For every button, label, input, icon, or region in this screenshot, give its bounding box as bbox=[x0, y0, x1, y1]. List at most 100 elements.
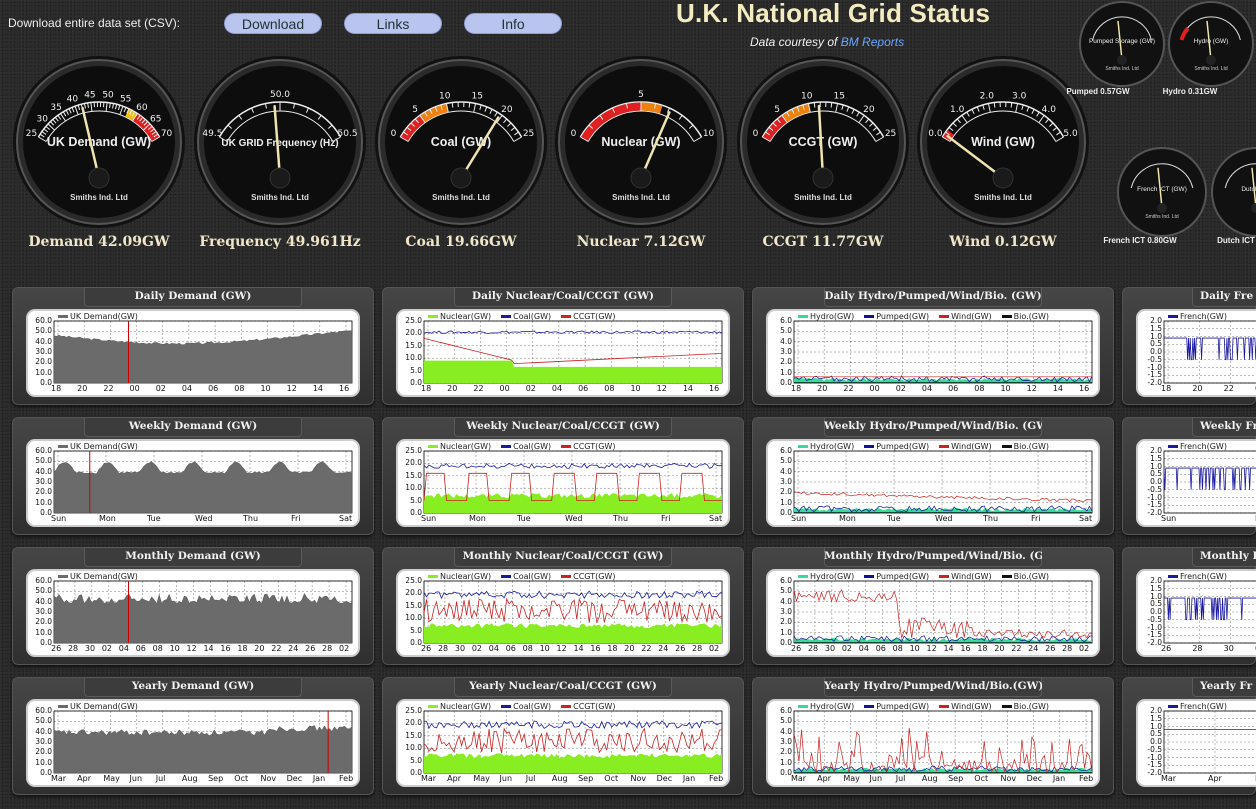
legend-swatch bbox=[58, 445, 68, 448]
legend-label: Hydro(GW) bbox=[810, 312, 855, 321]
gauge-tick-label: 5.0 bbox=[1063, 129, 1078, 139]
panel-hpwb-2: Monthly Hydro/Pumped/Wind/Bio. (GW) Hydro… bbox=[752, 547, 1114, 665]
legend-entry: Pumped(GW) bbox=[864, 312, 929, 321]
x-tick-label: Mar bbox=[51, 774, 67, 783]
x-tick-label: Jun bbox=[129, 774, 143, 783]
chart-legend: Hydro(GW) Pumped(GW) Wind(GW) Bio.(GW) bbox=[798, 572, 1059, 581]
series-coal bbox=[423, 720, 723, 730]
legend-label: French(GW) bbox=[1180, 572, 1227, 581]
small-gauge-2: French ICT (GW) Smiths Ind. Ltd bbox=[1116, 146, 1208, 238]
x-tick-label: Sun bbox=[51, 514, 67, 523]
legend-entry: French(GW) bbox=[1168, 702, 1227, 711]
y-tick-label: 10.0 bbox=[405, 743, 422, 753]
chart-legend: UK Demand(GW) bbox=[58, 702, 148, 711]
x-tick-label: 10 bbox=[630, 384, 641, 393]
gauge-maker: Smiths Ind. Ltd bbox=[612, 193, 670, 202]
y-tick-label: 3.0 bbox=[780, 347, 792, 356]
x-tick-label: 18 bbox=[51, 384, 62, 393]
chart-plot: French(GW) 2.0 1.5 1.0 0.5 0.0 -0.5 -1.0 -1.5 -2.… bbox=[1136, 569, 1256, 657]
legend-label: CCGT(GW) bbox=[573, 312, 616, 321]
chart-legend: Hydro(GW) Pumped(GW) Wind(GW) Bio.(GW) bbox=[798, 312, 1059, 321]
legend-label: Hydro(GW) bbox=[810, 442, 855, 451]
legend-entry: Coal(GW) bbox=[501, 312, 551, 321]
x-tick-label: Nov bbox=[260, 774, 277, 783]
x-tick-label: Feb bbox=[1079, 774, 1094, 783]
x-tick-label: Oct bbox=[234, 774, 249, 783]
legend-entry: Coal(GW) bbox=[501, 442, 551, 451]
gauge-tick-label: 50.0 bbox=[270, 90, 290, 100]
gauge-4: 0 5 10 15 20 25 CCGT (GW) Smiths Ind. Ltd bbox=[735, 54, 911, 230]
y-tick-label: 6.0 bbox=[780, 316, 792, 325]
bm-reports-link[interactable]: BM Reports bbox=[841, 35, 904, 49]
y-tick-label: 0.0 bbox=[40, 638, 52, 647]
gauge-tick-label: 20 bbox=[863, 105, 875, 115]
panel-demand-0: Daily Demand (GW) UK Demand(GW) 60.0 50.0 40… bbox=[12, 287, 374, 405]
y-tick-label: 10.0 bbox=[35, 627, 52, 637]
x-tick-label: 06 bbox=[948, 384, 959, 393]
legend-entry: UK Demand(GW) bbox=[58, 572, 138, 581]
legend-swatch bbox=[561, 445, 572, 448]
x-tick-label: 26 bbox=[51, 644, 62, 653]
download-button[interactable]: Download bbox=[224, 13, 322, 34]
y-tick-label: 0.0 bbox=[410, 638, 422, 647]
x-tick-label: Jul bbox=[155, 774, 166, 783]
y-tick-label: -2.0 bbox=[1147, 768, 1162, 777]
legend-swatch bbox=[1168, 315, 1178, 318]
x-tick-label: Sat bbox=[1079, 514, 1093, 523]
gauge-label: CCGT (GW) bbox=[789, 135, 858, 149]
y-tick-label: 40.0 bbox=[35, 466, 52, 476]
series-uk-demand bbox=[53, 592, 353, 644]
x-tick-label: 26 bbox=[1045, 644, 1056, 653]
series-ccgt bbox=[423, 337, 723, 365]
series-french bbox=[1164, 337, 1256, 361]
y-tick-label: 5.0 bbox=[410, 495, 422, 505]
links-button[interactable]: Links bbox=[344, 13, 442, 34]
legend-label: Pumped(GW) bbox=[876, 442, 930, 451]
x-tick-label: 00 bbox=[129, 384, 140, 393]
x-tick-label: 20 bbox=[1192, 384, 1203, 393]
chart-legend: Nuclear(GW) Coal(GW) CCGT(GW) bbox=[428, 572, 625, 581]
x-tick-label: 02 bbox=[709, 644, 720, 653]
y-tick-label: 60.0 bbox=[35, 576, 52, 585]
legend-entry: UK Demand(GW) bbox=[58, 702, 138, 711]
y-tick-label: 2.0 bbox=[780, 357, 792, 367]
x-tick-label: Mon bbox=[469, 514, 486, 523]
gauge-readout: Coal 19.66GW bbox=[405, 234, 517, 250]
legend-swatch bbox=[864, 575, 875, 578]
y-tick-label: 2.0 bbox=[780, 617, 792, 627]
y-tick-label: 50.0 bbox=[35, 326, 52, 336]
x-tick-label: 02 bbox=[471, 644, 482, 653]
gauge-tick-label: 55 bbox=[120, 95, 131, 105]
y-tick-label: 5.0 bbox=[410, 755, 422, 765]
info-button[interactable]: Info bbox=[464, 13, 562, 34]
x-tick-label: Tue bbox=[887, 514, 901, 523]
y-tick-label: 15.0 bbox=[405, 730, 422, 740]
y-tick-label: 2.0 bbox=[780, 487, 792, 497]
legend-label: Nuclear(GW) bbox=[440, 572, 492, 581]
chart-legend: UK Demand(GW) bbox=[58, 572, 148, 581]
x-tick-label: Mar bbox=[791, 774, 807, 783]
x-tick-label: Jan bbox=[1052, 774, 1066, 783]
gauge-tick-label: 0 bbox=[391, 129, 397, 139]
panel-title: Weekly Hydro/Pumped/Wind/Bio. (GW) bbox=[824, 417, 1042, 437]
gauge-readout: Wind 0.12GW bbox=[949, 234, 1057, 250]
y-tick-label: 25.0 bbox=[405, 706, 422, 715]
x-tick-label: Oct bbox=[604, 774, 619, 783]
y-tick-label: 4.0 bbox=[780, 466, 792, 476]
y-tick-label: 20.0 bbox=[35, 487, 52, 497]
legend-label: CCGT(GW) bbox=[573, 572, 616, 581]
panel-title: Weekly Fr bbox=[1192, 417, 1256, 437]
x-tick-label: Jun bbox=[499, 774, 513, 783]
gauge-tick-label: 40 bbox=[67, 95, 79, 105]
legend-label: UK Demand(GW) bbox=[70, 442, 138, 451]
x-tick-label: 02 bbox=[895, 384, 906, 393]
small-gauge-maker: Smiths Ind. Ltd bbox=[1145, 214, 1179, 220]
chart-plot: French(GW) 2.0 1.5 1.0 0.5 0.0 -0.5 -1.0 -1.5 -2.… bbox=[1136, 439, 1256, 527]
chart-plot: Hydro(GW) Pumped(GW) Wind(GW) Bio.(GW) 6.0 5.… bbox=[766, 699, 1100, 787]
gauge-tick-label: 5 bbox=[412, 105, 418, 115]
x-tick-label: 06 bbox=[578, 384, 589, 393]
x-tick-label: 06 bbox=[505, 644, 516, 653]
x-tick-label: 04 bbox=[118, 644, 129, 653]
gauge-tick-label: 50.5 bbox=[338, 129, 358, 139]
y-tick-label: 5.0 bbox=[780, 586, 792, 596]
